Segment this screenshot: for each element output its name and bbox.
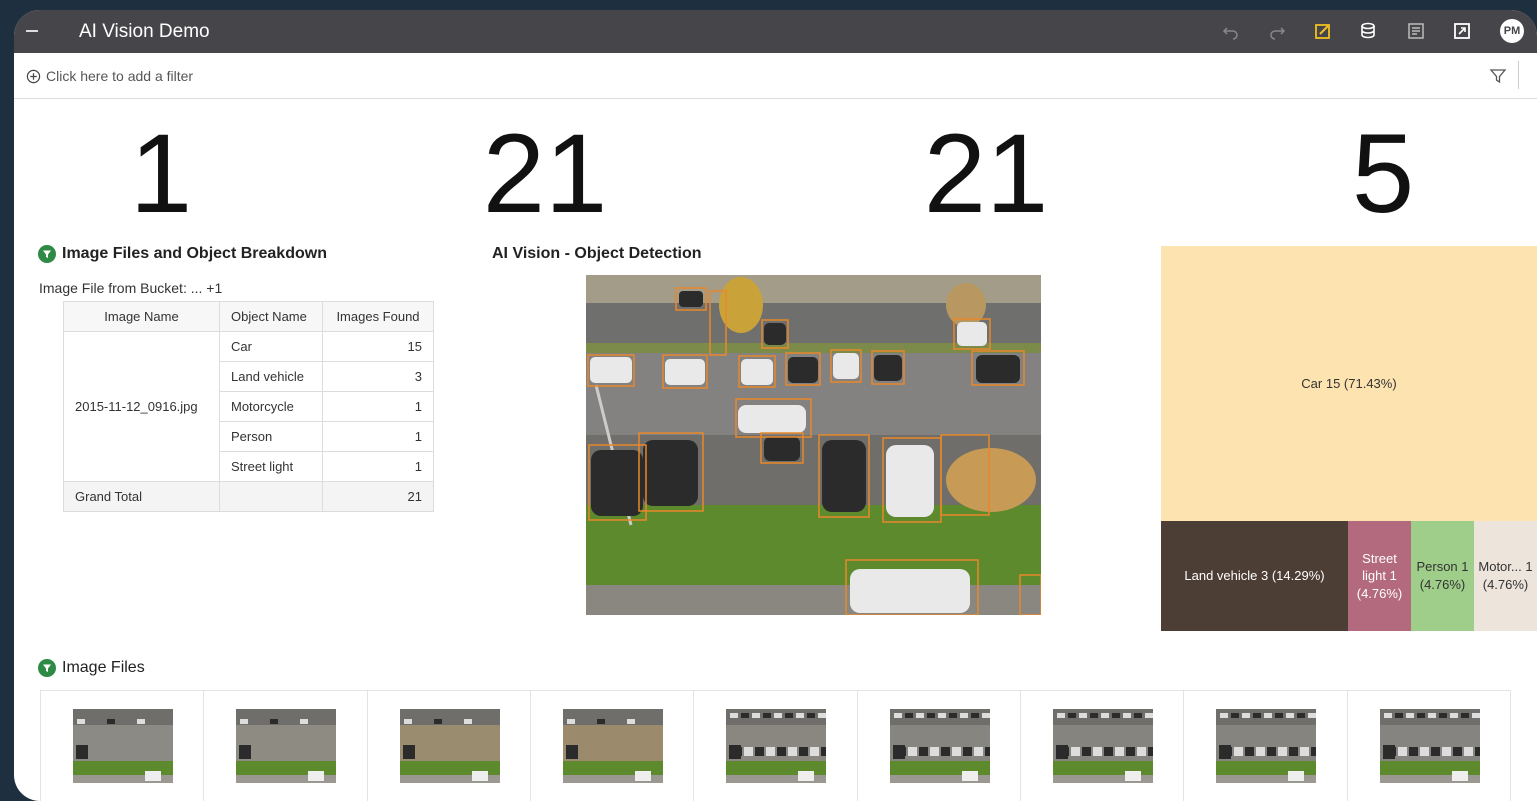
object-name-cell: Car	[219, 331, 323, 362]
add-filter-button[interactable]: Click here to add a filter	[26, 68, 193, 84]
object-name-cell: Land vehicle	[219, 361, 323, 392]
treemap-cell-street-light[interactable]: Street light 1 (4.76%)	[1348, 521, 1411, 631]
thumbnail-cell[interactable]	[531, 691, 695, 801]
image-thumbnail[interactable]	[562, 709, 663, 783]
filter-funnel-icon[interactable]	[1489, 67, 1507, 85]
grand-total-label: Grand Total	[63, 481, 220, 512]
thumbnail-cell[interactable]	[694, 691, 858, 801]
thumbnail-cell[interactable]	[1348, 691, 1510, 801]
count-cell: 1	[322, 421, 434, 452]
filter-applied-icon[interactable]	[38, 245, 56, 263]
thumbnail-cell[interactable]	[1021, 691, 1185, 801]
image-files-gallery	[40, 690, 1511, 801]
treemap-cell-land-vehicle[interactable]: Land vehicle 3 (14.29%)	[1161, 521, 1348, 631]
count-cell: 3	[322, 361, 434, 392]
kpi-image-count: 1	[129, 111, 193, 236]
empty-cell	[219, 481, 323, 512]
count-cell: 1	[322, 391, 434, 422]
dashboard-canvas: AI Vision Demo PM Click here to add a fi…	[14, 10, 1537, 801]
page-title: AI Vision Demo	[79, 21, 210, 42]
treemap-cell-car[interactable]: Car 15 (71.43%)	[1161, 246, 1537, 521]
image-name-cell: 2015-11-12_0916.jpg	[63, 331, 220, 482]
kpi-object-types: 5	[1351, 111, 1415, 236]
redo-icon[interactable]	[1267, 21, 1287, 41]
table-row[interactable]: 2015-11-12_0916.jpg Car 15	[63, 331, 434, 482]
data-icon[interactable]	[1359, 21, 1379, 41]
treemap-cell-person[interactable]: Person 1 (4.76%)	[1411, 521, 1474, 631]
breakdown-title-text: Image Files and Object Breakdown	[62, 245, 327, 262]
menu-icon[interactable]	[26, 30, 38, 32]
image-thumbnail[interactable]	[889, 709, 990, 783]
thumbnail-cell[interactable]	[1184, 691, 1348, 801]
thumbnail-cell[interactable]	[204, 691, 368, 801]
count-cell: 1	[322, 451, 434, 482]
image-files-title: Image Files	[38, 659, 145, 677]
image-thumbnail[interactable]	[1052, 709, 1153, 783]
kpi-images-found: 21	[923, 111, 1049, 236]
image-thumbnail[interactable]	[73, 709, 173, 783]
breakdown-title: Image Files and Object Breakdown	[38, 245, 327, 263]
divider	[1518, 61, 1519, 89]
treemap-cell-motorcycle[interactable]: Motor... 1 (4.76%)	[1474, 521, 1537, 631]
grand-total-row: Grand Total 21	[63, 481, 434, 512]
image-thumbnail[interactable]	[1216, 709, 1317, 783]
column-header[interactable]: Images Found	[322, 301, 434, 332]
avatar[interactable]: PM	[1500, 19, 1524, 43]
breakdown-filter-label[interactable]: Image File from Bucket: ... +1	[39, 280, 222, 296]
column-header[interactable]: Image Name	[63, 301, 220, 332]
add-filter-label: Click here to add a filter	[46, 68, 194, 84]
detection-image[interactable]	[586, 275, 1041, 615]
image-thumbnail[interactable]	[236, 709, 337, 783]
detection-title: AI Vision - Object Detection	[492, 245, 702, 262]
edit-icon[interactable]	[1313, 21, 1333, 41]
count-cell: 15	[322, 331, 434, 362]
grand-total-value: 21	[322, 481, 434, 512]
object-name-cell: Motorcycle	[219, 391, 323, 422]
column-header[interactable]: Object Name	[219, 301, 323, 332]
object-treemap: Car 15 (71.43%) Land vehicle 3 (14.29%) …	[1161, 246, 1537, 631]
filter-applied-icon[interactable]	[38, 659, 56, 677]
kpi-object-count: 21	[482, 111, 608, 236]
undo-icon[interactable]	[1221, 21, 1241, 41]
filter-bar: Click here to add a filter	[14, 53, 1537, 99]
image-files-title-text: Image Files	[62, 659, 145, 676]
thumbnail-cell[interactable]	[368, 691, 531, 801]
present-icon[interactable]	[1452, 21, 1472, 41]
object-name-cell: Street light	[219, 451, 323, 482]
table-header-row: Image Name Object Name Images Found	[63, 301, 434, 332]
object-name-cell: Person	[219, 421, 323, 452]
image-thumbnail[interactable]	[399, 709, 500, 783]
thumbnail-cell[interactable]	[858, 691, 1021, 801]
comment-icon[interactable]	[1406, 21, 1426, 41]
thumbnail-cell[interactable]	[41, 691, 205, 801]
header-bar: AI Vision Demo PM	[14, 10, 1537, 53]
add-circle-icon	[26, 69, 41, 83]
image-thumbnail[interactable]	[1379, 709, 1480, 783]
image-thumbnail[interactable]	[726, 709, 827, 783]
breakdown-table: Image Name Object Name Images Found 2015…	[63, 301, 434, 512]
